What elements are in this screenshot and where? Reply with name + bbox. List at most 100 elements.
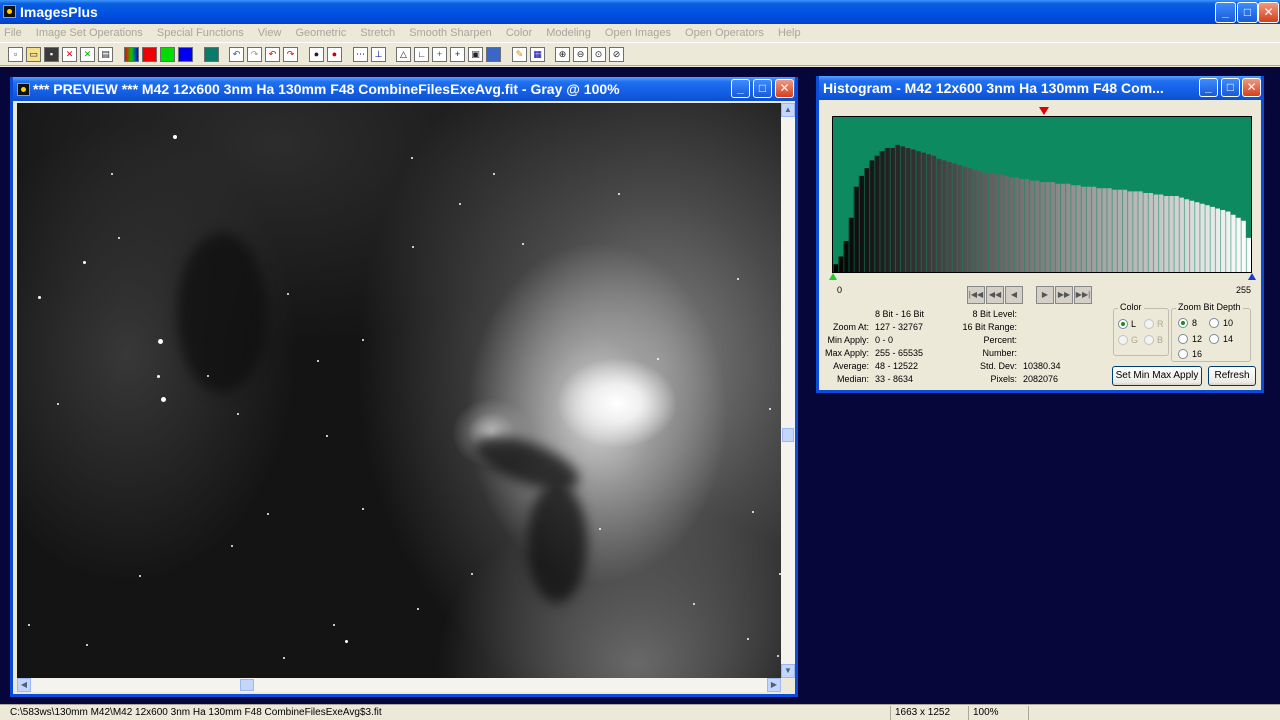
- depth-16-radio[interactable]: [1178, 349, 1188, 359]
- pencil-icon[interactable]: ✎: [512, 47, 527, 62]
- menu-help[interactable]: Help: [778, 24, 801, 42]
- menu-open-operators[interactable]: Open Operators: [685, 24, 764, 42]
- star: [737, 278, 739, 280]
- preview-close-button[interactable]: ✕: [775, 79, 794, 98]
- grid-cross-icon[interactable]: +: [450, 47, 465, 62]
- open-icon[interactable]: ▭: [26, 47, 41, 62]
- zoom-out-icon[interactable]: ⊖: [573, 47, 588, 62]
- depth-10-radio[interactable]: [1209, 318, 1219, 328]
- histogram-maximize-button[interactable]: □: [1221, 78, 1240, 97]
- scroll-down-button[interactable]: ▼: [781, 664, 795, 678]
- star: [459, 203, 461, 205]
- photo-icon[interactable]: [486, 47, 501, 62]
- scroll-right-button[interactable]: ▶: [767, 678, 781, 692]
- scroll-up-button[interactable]: ▲: [781, 103, 795, 117]
- min-apply-marker-icon[interactable]: [829, 273, 837, 280]
- forward-button[interactable]: ▶: [1036, 286, 1054, 304]
- status-dimensions: 1663 x 1252: [890, 706, 968, 720]
- close-button[interactable]: ✕: [1258, 2, 1279, 23]
- menu-modeling[interactable]: Modeling: [546, 24, 591, 42]
- redo-red-icon[interactable]: ↷: [283, 47, 298, 62]
- menu-open-images[interactable]: Open Images: [605, 24, 671, 42]
- horizontal-scroll-thumb[interactable]: [240, 679, 254, 691]
- table-icon[interactable]: ▦: [530, 47, 545, 62]
- color-b-radio[interactable]: [1144, 335, 1154, 345]
- star: [83, 261, 86, 264]
- average-value: 48 - 12522: [875, 361, 919, 371]
- depth-8-radio[interactable]: [1178, 318, 1188, 328]
- print-icon[interactable]: ▤: [98, 47, 113, 62]
- vertical-scroll-thumb[interactable]: [782, 428, 794, 442]
- close-file-icon[interactable]: ✕: [62, 47, 77, 62]
- graph-icon[interactable]: ⊥: [371, 47, 386, 62]
- nebula-image[interactable]: [17, 103, 781, 678]
- zoom-fit-icon[interactable]: ⊙: [591, 47, 606, 62]
- line-icon[interactable]: ⋯: [353, 47, 368, 62]
- triangle-icon[interactable]: △: [396, 47, 411, 62]
- menu-file[interactable]: File: [4, 24, 22, 42]
- menu-stretch[interactable]: Stretch: [360, 24, 395, 42]
- dot-icon[interactable]: ●: [309, 47, 324, 62]
- max-apply-marker-icon[interactable]: [1248, 273, 1256, 280]
- star: [693, 603, 695, 605]
- set-min-max-apply-button[interactable]: Set Min Max Apply: [1112, 366, 1202, 386]
- preview-title: *** PREVIEW *** M42 12x600 3nm Ha 130mm …: [33, 81, 620, 97]
- undo-red-icon[interactable]: ↶: [265, 47, 280, 62]
- preview-maximize-button[interactable]: □: [753, 79, 772, 98]
- undo-icon[interactable]: ↶: [229, 47, 244, 62]
- star: [139, 575, 141, 577]
- fast-back-button[interactable]: ◀◀: [986, 286, 1004, 304]
- star: [157, 375, 160, 378]
- star: [287, 293, 289, 295]
- histogram-minimize-button[interactable]: _: [1199, 78, 1218, 97]
- fast-forward-button[interactable]: ▶▶: [1055, 286, 1073, 304]
- menu-color[interactable]: Color: [506, 24, 532, 42]
- depth-16-label: 16: [1192, 349, 1203, 359]
- refresh-button[interactable]: Refresh: [1208, 366, 1256, 386]
- minimize-button[interactable]: _: [1215, 2, 1236, 23]
- zoom-in-icon[interactable]: ⊕: [555, 47, 570, 62]
- image-icon[interactable]: [204, 47, 219, 62]
- depth-header: 8 Bit - 16 Bit: [875, 309, 925, 319]
- undo-all-icon[interactable]: ✕: [80, 47, 95, 62]
- max-apply-label: Max Apply:: [824, 348, 869, 358]
- red-channel-icon[interactable]: [142, 47, 157, 62]
- back-button[interactable]: ◀: [1005, 286, 1023, 304]
- maximize-button[interactable]: □: [1237, 2, 1258, 23]
- rgb-icon[interactable]: [124, 47, 139, 62]
- depth-12-radio[interactable]: [1178, 334, 1188, 344]
- redo-icon[interactable]: ↷: [247, 47, 262, 62]
- zoom-100-icon[interactable]: ⊘: [609, 47, 624, 62]
- depth-14-radio[interactable]: [1209, 334, 1219, 344]
- preview-window-icon: [17, 83, 30, 96]
- menu-smooth-sharpen[interactable]: Smooth Sharpen: [409, 24, 492, 42]
- green-channel-icon[interactable]: [160, 47, 175, 62]
- menu-special-functions[interactable]: Special Functions: [157, 24, 244, 42]
- record-icon[interactable]: ●: [327, 47, 342, 62]
- scroll-left-button[interactable]: ◀: [17, 678, 31, 692]
- axis-icon[interactable]: ∟: [414, 47, 429, 62]
- zoom-marker-icon[interactable]: [1039, 107, 1049, 115]
- save-icon[interactable]: ▪: [44, 47, 59, 62]
- histogram-close-button[interactable]: ✕: [1242, 78, 1261, 97]
- vertical-scrollbar[interactable]: ▲ ▼: [781, 103, 795, 678]
- color-r-radio[interactable]: [1144, 319, 1154, 329]
- last-page-button[interactable]: ▶▶|: [1074, 286, 1092, 304]
- first-page-button[interactable]: |◀◀: [967, 286, 985, 304]
- menu-view[interactable]: View: [258, 24, 282, 42]
- preview-minimize-button[interactable]: _: [731, 79, 750, 98]
- pixels-value: 2082076: [1023, 374, 1059, 384]
- star: [267, 513, 269, 515]
- box-icon[interactable]: ▣: [468, 47, 483, 62]
- histogram-plot[interactable]: [832, 116, 1252, 273]
- axis-min-label: 0: [837, 285, 843, 295]
- horizontal-scrollbar[interactable]: ◀ ▶: [17, 678, 781, 692]
- menu-geometric[interactable]: Geometric: [295, 24, 346, 42]
- star: [769, 408, 771, 410]
- menu-image-set-operations[interactable]: Image Set Operations: [36, 24, 143, 42]
- new-icon[interactable]: ▫: [8, 47, 23, 62]
- crosshair-icon[interactable]: +: [432, 47, 447, 62]
- color-g-radio[interactable]: [1118, 335, 1128, 345]
- blue-channel-icon[interactable]: [178, 47, 193, 62]
- color-l-radio[interactable]: [1118, 319, 1128, 329]
